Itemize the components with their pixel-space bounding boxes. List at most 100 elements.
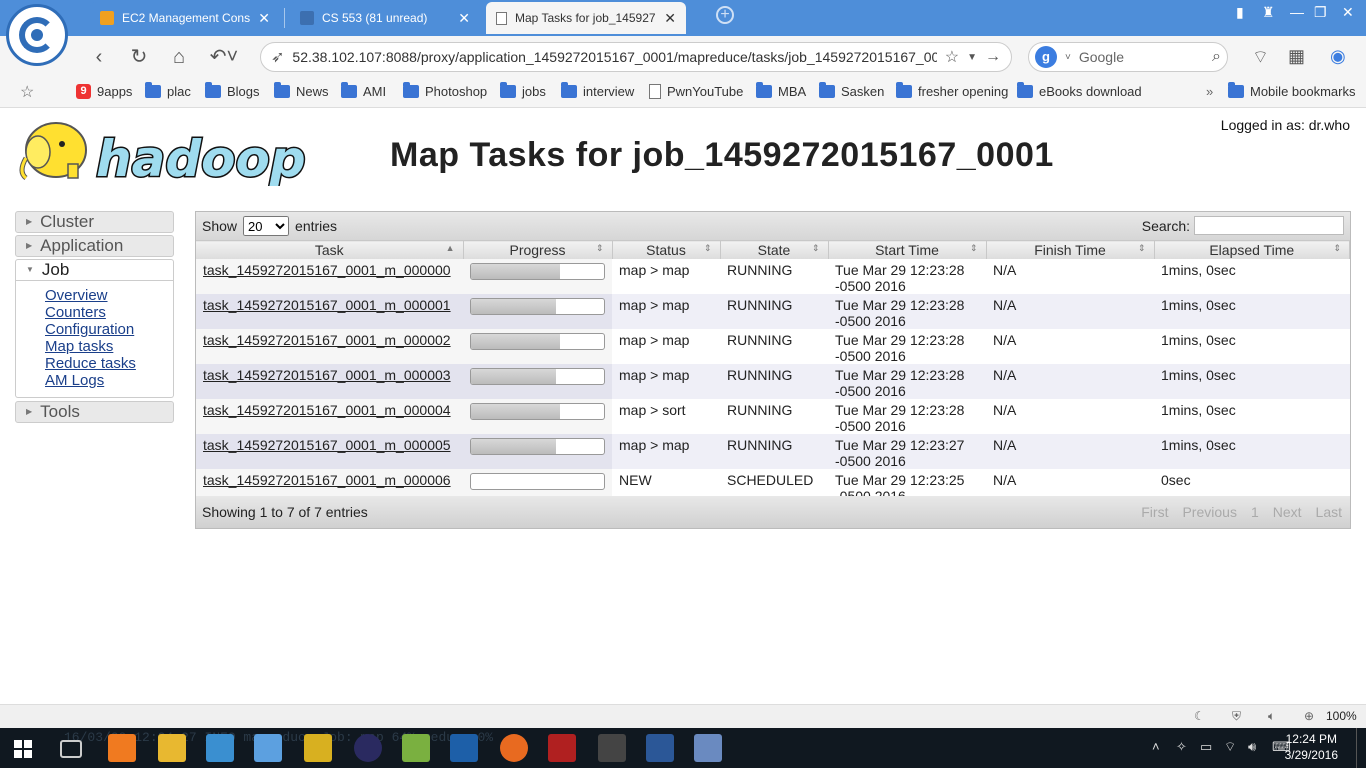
eclipse-icon[interactable] [354,734,382,762]
link-reduce-tasks[interactable]: Reduce tasks [45,355,173,372]
sidebar-job[interactable]: ▼ Job [15,259,174,281]
tab-ec2[interactable]: EC2 Management Console ✕ [90,2,280,34]
dropbox-icon[interactable]: ✧ [1176,739,1187,755]
close-tab-icon[interactable]: ✕ [664,10,676,27]
chevron-down-icon[interactable]: ▼ [967,52,977,63]
task-link[interactable]: task_1459272015167_0001_m_000001 [203,297,451,313]
close-window-icon[interactable]: ✕ [1342,4,1354,21]
search-box[interactable]: g ˅ Google ⌕ [1028,42,1228,72]
close-tab-icon[interactable]: ✕ [458,10,470,27]
link-am-logs[interactable]: AM Logs [45,372,173,389]
column-status[interactable]: Status ⇕ [612,240,721,259]
column-start-time[interactable]: Start Time ⇕ [828,240,987,259]
task-link[interactable]: task_1459272015167_0001_m_000000 [203,262,451,278]
link-map-tasks[interactable]: Map tasks [45,338,173,355]
sync-icon[interactable]: ◉ [1330,46,1346,67]
bookmark-12[interactable]: eBooks download [1017,82,1142,99]
close-tab-icon[interactable]: ✕ [258,10,270,27]
battery-icon[interactable]: ▭ [1200,739,1212,755]
putty-icon[interactable] [304,734,332,762]
column-state[interactable]: State ⇕ [720,240,829,259]
task-link[interactable]: task_1459272015167_0001_m_000002 [203,332,451,348]
shield-icon[interactable]: ⛨ [1232,709,1241,724]
pager-previous[interactable]: Previous [1182,504,1236,520]
mobile-bookmarks[interactable]: Mobile bookmarks [1228,82,1356,99]
volume-icon[interactable]: 🔊︎ [1248,739,1256,755]
column-finish-time[interactable]: Finish Time ⇕ [986,240,1155,259]
chevron-up-icon[interactable]: ˄ [1152,739,1160,754]
task-link[interactable]: task_1459272015167_0001_m_000004 [203,402,451,418]
address-bar[interactable]: ➶ 52.38.102.107:8088/proxy/application_1… [260,42,1012,72]
link-overview[interactable]: Overview [45,287,173,304]
bookmark-star-icon[interactable]: ☆ [20,82,34,102]
column-progress[interactable]: Progress ⇕ [463,240,613,259]
reload-icon[interactable]: ↻ [126,44,152,70]
column-task[interactable]: Task ▲ [196,240,464,259]
restore-icon[interactable]: ❐ [1314,4,1327,21]
notepad-plus-icon[interactable] [402,734,430,762]
pdf-tool-icon[interactable] [450,734,478,762]
word-icon[interactable] [646,734,674,762]
remote-desktop-icon[interactable] [206,734,234,762]
tab-map-tasks[interactable]: Map Tasks for job_1459272015167_0001 ✕ [486,2,686,34]
sidebar-cluster[interactable]: ▶ Cluster [15,211,174,233]
link-configuration[interactable]: Configuration [45,321,173,338]
sidebar-application[interactable]: ▶ Application [15,235,174,257]
windows-start-icon[interactable] [14,740,32,758]
browser-logo-icon[interactable] [6,4,68,66]
bookmark-0[interactable]: 9 9apps [76,84,132,99]
show-desktop-button[interactable] [1356,728,1360,768]
minimize-icon[interactable]: — [1290,4,1304,20]
filezilla-icon[interactable] [548,734,576,762]
tab-cs553[interactable]: CS 553 (81 unread) ✕ [290,2,480,34]
network-icon[interactable] [254,734,282,762]
window-mode-icon[interactable]: ▮ [1236,4,1244,21]
chevron-down-icon[interactable]: ˅ [1065,52,1071,63]
entries-select[interactable]: 20 [243,216,290,236]
speaker-icon[interactable]: 🔈︎ [1268,709,1275,724]
bookmark-3[interactable]: News [274,82,329,99]
task-link[interactable]: task_1459272015167_0001_m_000003 [203,367,451,383]
bookmark-10[interactable]: Sasken [819,82,884,99]
bookmarks-overflow[interactable]: » [1206,84,1213,99]
shirt-icon[interactable]: ♜ [1262,4,1275,21]
zoom-icon[interactable]: ⊕ [1304,709,1314,723]
undo-close-icon[interactable]: ↶˅ [206,44,242,70]
go-arrow-icon[interactable]: → [985,48,1001,66]
task-link[interactable]: task_1459272015167_0001_m_000005 [203,437,451,453]
link-counters[interactable]: Counters [45,304,173,321]
bookmark-9[interactable]: MBA [756,82,806,99]
firefox-icon[interactable] [500,734,528,762]
bookmark-1[interactable]: plac [145,82,191,99]
bookmark-4[interactable]: AMI [341,82,386,99]
bookmark-7[interactable]: interview [561,82,634,99]
calculator-icon[interactable] [598,734,626,762]
uc-browser-icon[interactable] [108,734,136,762]
bookmark-6[interactable]: jobs [500,82,546,99]
night-mode-icon[interactable]: ☾ [1194,709,1205,723]
url-text[interactable]: 52.38.102.107:8088/proxy/application_145… [292,49,936,65]
column-elapsed-time[interactable]: Elapsed Time ⇕ [1154,240,1350,259]
sidebar-tools[interactable]: ▶ Tools [15,401,174,423]
pager-next[interactable]: Next [1273,504,1302,520]
screenshot-tool-icon[interactable] [694,734,722,762]
wifi-tray-icon[interactable]: ⌔ [1224,739,1236,755]
task-view-icon[interactable] [60,740,82,758]
clock[interactable]: 12:24 PM 3/29/2016 [1285,731,1338,763]
star-icon[interactable]: ☆ [945,47,959,67]
pager-page-1[interactable]: 1 [1251,504,1259,520]
task-link[interactable]: task_1459272015167_0001_m_000006 [203,472,451,488]
apps-icon[interactable]: ▦ [1288,46,1305,67]
bookmark-2[interactable]: Blogs [205,82,260,99]
search-icon[interactable]: ⌕ [1212,48,1221,66]
search-input[interactable] [1194,216,1344,235]
bookmark-8[interactable]: PwnYouTube [649,84,743,99]
file-explorer-icon[interactable] [158,734,186,762]
home-icon[interactable]: ⌂ [166,44,192,70]
google-icon[interactable]: g [1035,46,1057,68]
back-icon[interactable]: ‹ [86,44,112,70]
pager-first[interactable]: First [1141,504,1168,520]
bookmark-5[interactable]: Photoshop [403,82,487,99]
pager-last[interactable]: Last [1316,504,1342,520]
wifi-icon[interactable]: ⌔ [1252,46,1269,69]
